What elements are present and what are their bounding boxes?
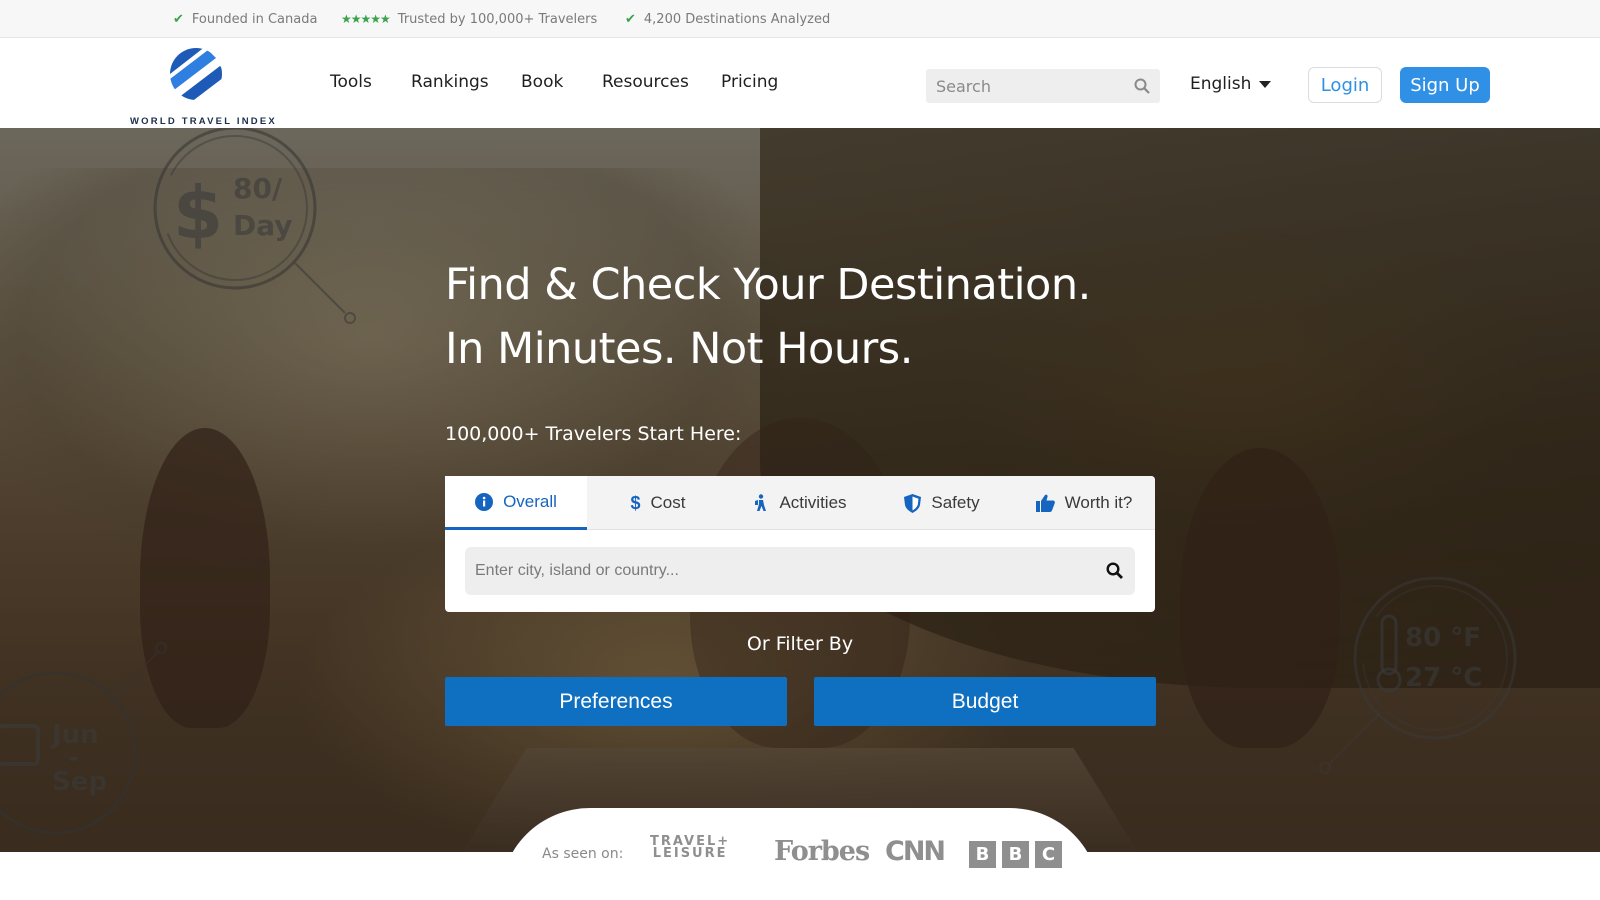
trust-text: Trusted by 100,000+ Travelers <box>397 11 598 27</box>
tab-activities[interactable]: Activities <box>729 476 871 530</box>
nav-resources[interactable]: Resources <box>602 72 689 92</box>
header: WORLD TRAVEL INDEX Tools Rankings Book R… <box>0 38 1600 128</box>
cost-line2: Day <box>233 209 293 242</box>
destination-input[interactable] <box>465 547 1085 595</box>
nav-pricing[interactable]: Pricing <box>721 72 778 92</box>
header-search <box>926 69 1160 103</box>
nav-rankings[interactable]: Rankings <box>411 72 489 92</box>
hero-title-line1: Find & Check Your Destination. <box>445 260 1091 310</box>
bbc-letter: B <box>1002 841 1029 868</box>
hero-subtitle: 100,000+ Travelers Start Here: <box>445 423 742 445</box>
tab-safety[interactable]: Safety <box>871 476 1013 530</box>
trust-item-founded: ✔ Founded in Canada <box>173 0 317 38</box>
caret-down-icon <box>1259 80 1272 88</box>
stars-icon: ★★★★★ <box>341 12 391 26</box>
tab-cost[interactable]: $ Cost <box>587 476 729 530</box>
logo[interactable]: WORLD TRAVEL INDEX <box>130 46 275 127</box>
nav-book[interactable]: Book <box>521 72 563 92</box>
preferences-button[interactable]: Preferences <box>445 677 787 726</box>
temp-c: 27 °C <box>1405 663 1482 693</box>
hero-title: Find & Check Your Destination. In Minute… <box>445 253 1091 381</box>
forbes-logo: Forbes <box>774 836 870 867</box>
hero-title-line2: In Minutes. Not Hours. <box>445 324 913 374</box>
dollar-icon: $ <box>630 492 641 513</box>
travel-leisure-line2: LEISURE <box>652 846 728 861</box>
bbc-letter: C <box>1035 841 1062 868</box>
check-icon: ✔ <box>173 11 184 27</box>
search-icon[interactable] <box>1134 78 1150 94</box>
header-search-input[interactable] <box>926 69 1126 103</box>
search-icon[interactable] <box>1106 562 1123 579</box>
as-seen-on-label: As seen on: <box>542 846 624 862</box>
nav-tools[interactable]: Tools <box>330 72 372 92</box>
cost-badge-icon: $ 80/ Day <box>153 128 356 324</box>
thermometer-badge-icon: 80 °F 27 °C <box>1319 576 1517 774</box>
hero-section: $ 80/ Day Jun - Sep 80 °F 27 °C Find & C… <box>0 128 1600 852</box>
destination-input-wrapper <box>465 547 1135 595</box>
trust-text: 4,200 Destinations Analyzed <box>643 11 831 27</box>
budget-button[interactable]: Budget <box>814 677 1156 726</box>
tab-overall[interactable]: Overall <box>445 476 587 530</box>
as-seen-on: As seen on: TRAVEL+ LEISURE Forbes CNN B… <box>500 808 1100 900</box>
destination-search-card: Overall $ Cost Activities Safety Worth i… <box>445 476 1155 612</box>
tab-label: Safety <box>931 493 980 512</box>
tab-label: Activities <box>779 493 847 512</box>
check-icon: ✔ <box>625 11 636 27</box>
svg-text:$: $ <box>173 171 223 255</box>
logo-text: WORLD TRAVEL INDEX <box>130 116 277 127</box>
bbc-letter: B <box>969 841 996 868</box>
cost-line1: 80/ <box>233 172 283 205</box>
trust-item-trusted: ★★★★★ Trusted by 100,000+ Travelers <box>341 0 597 38</box>
tab-label: Cost <box>650 493 686 512</box>
language-selector[interactable]: English <box>1190 74 1272 94</box>
bbc-logo: B B C <box>969 841 1062 868</box>
signup-button[interactable]: Sign Up <box>1400 67 1490 103</box>
months-bottom: Sep <box>52 767 107 797</box>
travel-leisure-logo: TRAVEL+ LEISURE <box>650 835 730 861</box>
language-label: English <box>1190 74 1252 94</box>
calendar-badge-icon: Jun - Sep <box>0 642 167 835</box>
tab-label: Overall <box>503 491 557 511</box>
cnn-logo: CNN <box>885 836 946 867</box>
shield-icon <box>904 493 922 513</box>
tab-worth-it[interactable]: Worth it? <box>1013 476 1155 530</box>
trust-text: Founded in Canada <box>191 11 318 27</box>
hiking-icon <box>753 494 769 512</box>
temp-f: 80 °F <box>1405 623 1481 653</box>
tab-label: Worth it? <box>1064 493 1133 512</box>
trust-item-destinations: ✔ 4,200 Destinations Analyzed <box>625 0 830 38</box>
login-button[interactable]: Login <box>1308 67 1382 103</box>
search-tabs: Overall $ Cost Activities Safety Worth i… <box>445 476 1155 530</box>
trust-bar: ✔ Founded in Canada ★★★★★ Trusted by 100… <box>0 0 1600 38</box>
filter-label: Or Filter By <box>746 633 854 655</box>
thumbs-up-icon <box>1035 494 1055 512</box>
info-icon <box>475 492 494 511</box>
globe-logo-icon <box>170 48 222 100</box>
